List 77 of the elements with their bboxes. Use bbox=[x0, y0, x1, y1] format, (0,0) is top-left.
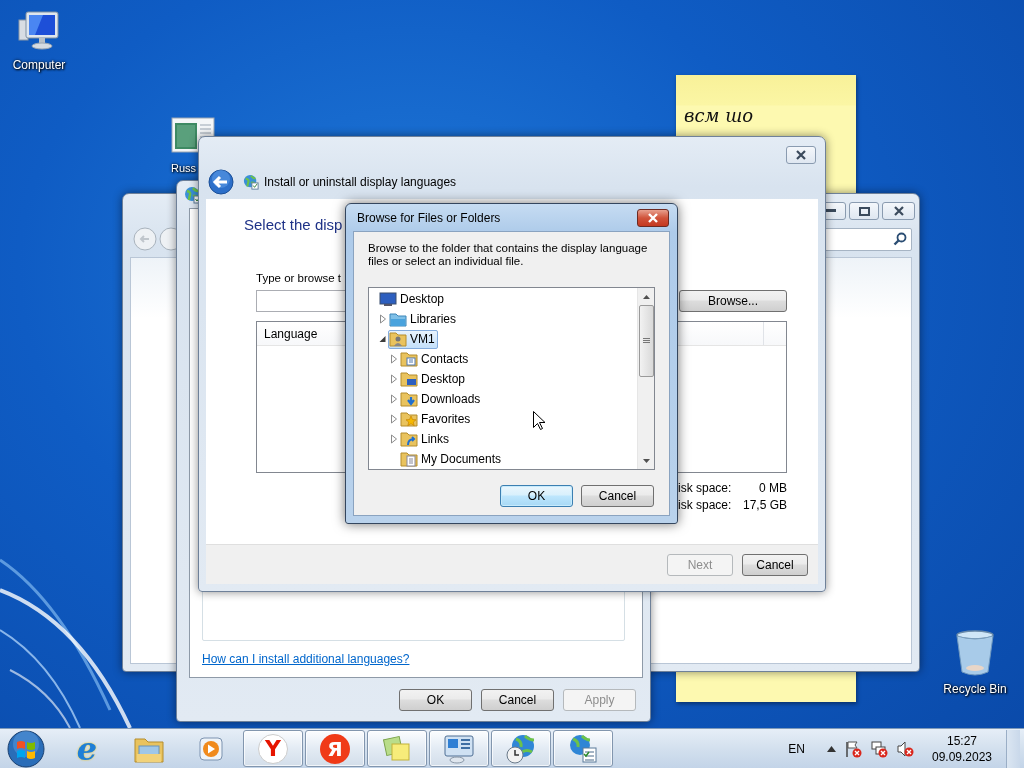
monitor-icon bbox=[379, 290, 397, 308]
folder-card-icon bbox=[400, 350, 418, 368]
network-error-icon[interactable] bbox=[870, 739, 888, 758]
close-icon bbox=[795, 150, 807, 160]
folder-icon bbox=[389, 310, 407, 328]
dialog-button[interactable]: OK bbox=[399, 688, 472, 711]
play-icon bbox=[197, 734, 225, 763]
scroll-up-icon[interactable] bbox=[642, 294, 650, 299]
speaker-muted-icon[interactable] bbox=[896, 739, 914, 758]
clock-time[interactable]: 15:27 bbox=[947, 732, 977, 749]
mouse-pointer-icon bbox=[533, 411, 545, 430]
globe-document-icon bbox=[567, 732, 599, 765]
taskbar-button[interactable] bbox=[429, 730, 489, 767]
taskbar-button[interactable] bbox=[367, 730, 427, 767]
tree-item[interactable]: Links bbox=[399, 429, 452, 449]
globe-clock-icon bbox=[505, 732, 537, 765]
tree-item[interactable]: Desktop bbox=[378, 289, 448, 309]
folder-person-icon bbox=[389, 330, 407, 348]
maximize-icon bbox=[858, 206, 870, 216]
back-button[interactable] bbox=[208, 168, 234, 195]
window-title: Install or uninstall display languages bbox=[264, 174, 457, 189]
tree-item[interactable]: Favorites bbox=[399, 409, 474, 429]
dialog-button[interactable]: OK bbox=[500, 485, 573, 507]
icon-label[interactable]: Russ bbox=[171, 162, 197, 174]
taskbar-button[interactable]: Y bbox=[243, 730, 303, 767]
dialog-title: Browse for Files or Folders bbox=[357, 210, 501, 225]
close-icon bbox=[892, 206, 905, 216]
minimize-icon bbox=[826, 209, 836, 213]
globe-icon bbox=[243, 173, 259, 190]
taskbar-button[interactable] bbox=[491, 730, 551, 767]
tree-item[interactable]: VM1 bbox=[388, 329, 438, 349]
browse-button[interactable]: Browse... bbox=[679, 290, 787, 312]
help-link[interactable]: How can I install additional languages? bbox=[202, 652, 410, 666]
taskbar-button[interactable]: Я bbox=[305, 730, 365, 767]
disk-space-value: 0 MB bbox=[758, 480, 787, 495]
dialog-button[interactable]: Cancel bbox=[581, 485, 654, 507]
close-button[interactable] bbox=[786, 146, 816, 164]
dialog-button[interactable]: Cancel bbox=[481, 688, 554, 711]
close-button[interactable] bbox=[882, 202, 915, 220]
clock-date[interactable]: 09.09.2023 bbox=[931, 748, 993, 765]
expander-arrow-icon[interactable] bbox=[378, 333, 388, 345]
tree-item[interactable]: Downloads bbox=[399, 389, 484, 409]
grip-icon bbox=[642, 338, 650, 344]
wizard-button[interactable]: Cancel bbox=[742, 553, 808, 576]
close-icon bbox=[647, 212, 659, 223]
tree-item[interactable]: My Documents bbox=[399, 449, 505, 469]
start-button[interactable] bbox=[7, 729, 45, 768]
sticky-notes-icon bbox=[382, 734, 412, 763]
language-indicator[interactable]: EN bbox=[788, 741, 805, 756]
folder-monitor-icon bbox=[400, 370, 418, 388]
tree-item[interactable]: Desktop bbox=[399, 369, 469, 389]
computer-icon[interactable] bbox=[17, 10, 61, 52]
disk-space-value: 17,5 GB bbox=[741, 497, 787, 512]
page-heading: Select the disp bbox=[244, 215, 343, 235]
recycle-bin-icon[interactable] bbox=[955, 630, 995, 676]
flag-error-icon[interactable] bbox=[844, 739, 862, 758]
search-icon bbox=[893, 232, 907, 246]
taskbar-button[interactable] bbox=[553, 730, 613, 767]
disk-space-label: isk space: bbox=[678, 497, 733, 512]
folder-shortcut-icon bbox=[400, 430, 418, 448]
icon-label[interactable]: Recycle Bin bbox=[943, 682, 1007, 696]
folder-arrow-icon bbox=[400, 390, 418, 408]
tree-item[interactable]: Contacts bbox=[399, 349, 472, 369]
instructions-text: Browse to the folder that contains the display language files or select an individual file. bbox=[368, 242, 649, 268]
show-hidden-icons-button[interactable] bbox=[827, 745, 836, 752]
tree-item[interactable]: Libraries bbox=[388, 309, 460, 329]
control-panel-icon bbox=[443, 733, 475, 764]
field-label: Type or browse t bbox=[256, 271, 341, 286]
maximize-button[interactable] bbox=[849, 202, 879, 220]
folder-star-icon bbox=[400, 410, 418, 428]
note-text[interactable]: всм шо bbox=[684, 105, 848, 126]
icon-label[interactable]: Computer bbox=[12, 58, 66, 72]
scroll-thumb[interactable] bbox=[638, 305, 654, 377]
scroll-down-icon[interactable] bbox=[642, 458, 650, 463]
close-button[interactable] bbox=[637, 208, 669, 227]
disk-space-label: isk space: bbox=[678, 480, 733, 495]
scrollbar[interactable] bbox=[637, 288, 654, 469]
